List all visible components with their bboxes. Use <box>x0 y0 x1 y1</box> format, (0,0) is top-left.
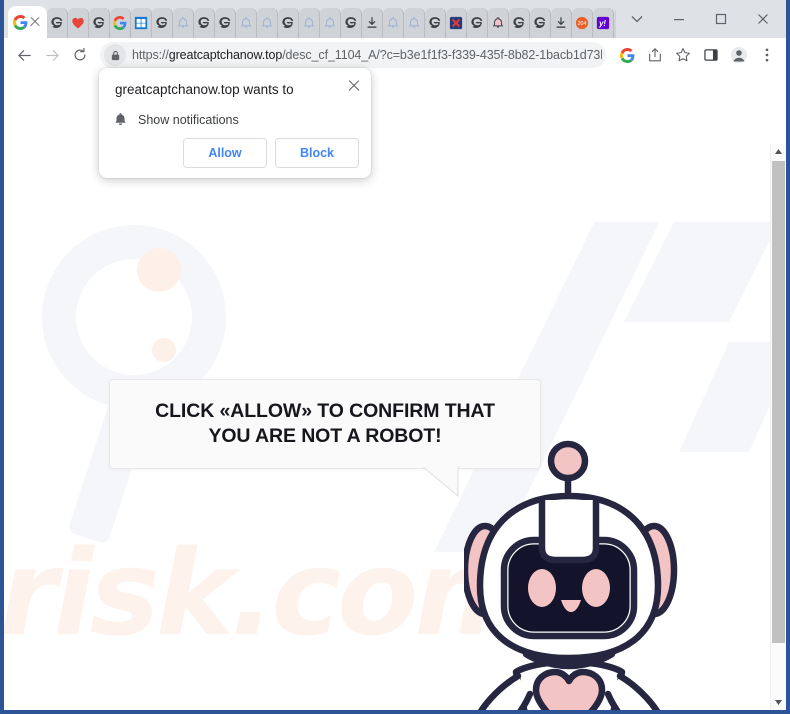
close-button[interactable] <box>742 3 784 35</box>
background-tab[interactable] <box>236 8 257 38</box>
background-tab[interactable] <box>68 8 89 38</box>
edge-e-icon <box>533 16 547 30</box>
background-tab[interactable] <box>446 8 467 38</box>
bell-outline-icon <box>323 16 337 30</box>
scrollbar-track[interactable] <box>771 159 786 695</box>
browser-window: 204y!204+ <box>0 0 790 714</box>
edge-e-icon <box>197 16 211 30</box>
share-icon[interactable] <box>642 42 668 68</box>
side-panel-icon[interactable] <box>698 42 724 68</box>
maximize-button[interactable] <box>700 3 742 35</box>
allow-button[interactable]: Allow <box>183 138 267 168</box>
address-bar[interactable]: https://greatcaptchanow.top/desc_cf_1104… <box>100 42 606 68</box>
bell-icon <box>115 113 126 126</box>
background-tab[interactable] <box>404 8 425 38</box>
download-icon <box>365 16 379 30</box>
scroll-down-icon[interactable] <box>771 695 786 710</box>
windows-icon <box>134 16 148 30</box>
background-tab[interactable] <box>614 8 616 38</box>
scrollbar-thumb[interactable] <box>772 161 785 643</box>
background-tab[interactable] <box>110 8 131 38</box>
forward-arrow-icon <box>38 41 66 69</box>
background-tab[interactable] <box>320 8 341 38</box>
edge-e-icon <box>428 16 442 30</box>
chrome-menu-icon[interactable] <box>754 42 780 68</box>
background-tab[interactable] <box>47 8 68 38</box>
background-tab[interactable]: y! <box>593 8 614 38</box>
edge-e-icon <box>344 16 358 30</box>
bell-outline-icon <box>176 16 190 30</box>
background-tab[interactable] <box>278 8 299 38</box>
background-tab[interactable] <box>488 8 509 38</box>
google-g-icon <box>113 16 127 30</box>
background-tab[interactable] <box>509 8 530 38</box>
block-button[interactable]: Block <box>275 138 359 168</box>
active-tab[interactable] <box>8 6 47 38</box>
svg-text:204: 204 <box>578 21 587 27</box>
download-icon <box>554 16 568 30</box>
background-tab[interactable] <box>425 8 446 38</box>
bell-outline-icon <box>302 16 316 30</box>
minimize-button[interactable] <box>658 3 700 35</box>
edge-e-icon <box>218 16 232 30</box>
background-tab[interactable] <box>152 8 173 38</box>
bell-pink-icon <box>491 16 505 30</box>
tab-search-button[interactable] <box>616 3 658 35</box>
permission-row: Show notifications <box>113 112 239 127</box>
orange-circle-icon: 204 <box>575 16 589 30</box>
browser-toolbar: https://greatcaptchanow.top/desc_cf_1104… <box>4 38 786 72</box>
edge-e-icon <box>155 16 169 30</box>
background-tab[interactable]: 204 <box>572 8 593 38</box>
background-tab[interactable] <box>89 8 110 38</box>
tab-close-icon[interactable] <box>28 15 42 29</box>
permission-label: Show notifications <box>138 112 239 127</box>
heart-icon <box>71 16 85 30</box>
background-tab[interactable] <box>173 8 194 38</box>
background-tab[interactable] <box>299 8 320 38</box>
background-tab[interactable] <box>551 8 572 38</box>
background-tab[interactable] <box>341 8 362 38</box>
background-tab[interactable] <box>194 8 215 38</box>
dialog-title: greatcaptchanow.top wants to <box>115 82 294 97</box>
google-lens-icon[interactable] <box>614 42 640 68</box>
url-text: https://greatcaptchanow.top/desc_cf_1104… <box>132 48 602 62</box>
background-tab[interactable] <box>383 8 404 38</box>
bell-outline-icon <box>260 16 274 30</box>
reload-icon[interactable] <box>66 41 94 69</box>
notification-permission-dialog: greatcaptchanow.top wants to Show notifi… <box>99 68 371 178</box>
svg-text:y!: y! <box>598 19 606 28</box>
edge-e-icon <box>50 16 64 30</box>
edge-e-icon <box>92 16 106 30</box>
edge-e-icon <box>281 16 295 30</box>
window-controls <box>616 0 786 38</box>
robot-mascot <box>464 440 678 710</box>
dialog-close-icon[interactable] <box>346 77 362 93</box>
edge-e-icon <box>470 16 484 30</box>
bell-outline-icon <box>407 16 421 30</box>
tab-strip: 204y!204+ <box>4 0 786 38</box>
edge-e-icon <box>512 16 526 30</box>
bubble-text: CLICK «ALLOW» TO CONFIRM THAT YOU ARE NO… <box>155 400 495 447</box>
bell-outline-icon <box>386 16 400 30</box>
x-shield-icon <box>449 16 463 30</box>
background-tab[interactable] <box>467 8 488 38</box>
background-tab-list[interactable]: 204y!204+ <box>47 6 616 38</box>
background-tab[interactable] <box>530 8 551 38</box>
bell-outline-icon <box>239 16 253 30</box>
background-tab[interactable] <box>215 8 236 38</box>
background-tab[interactable] <box>131 8 152 38</box>
lock-icon[interactable] <box>104 44 126 66</box>
page-scrollbar[interactable] <box>770 144 786 710</box>
background-tab[interactable] <box>257 8 278 38</box>
background-tab[interactable] <box>362 8 383 38</box>
profile-avatar-icon[interactable] <box>726 42 752 68</box>
risk-watermark: risk.com <box>4 524 537 662</box>
back-arrow-icon[interactable] <box>10 41 38 69</box>
scroll-up-icon[interactable] <box>771 144 786 159</box>
speech-bubble-tail <box>422 466 459 498</box>
bookmark-star-icon[interactable] <box>670 42 696 68</box>
dialog-actions: Allow Block <box>183 138 359 168</box>
yahoo-y-icon: y! <box>596 16 610 30</box>
google-g-icon <box>13 14 28 30</box>
